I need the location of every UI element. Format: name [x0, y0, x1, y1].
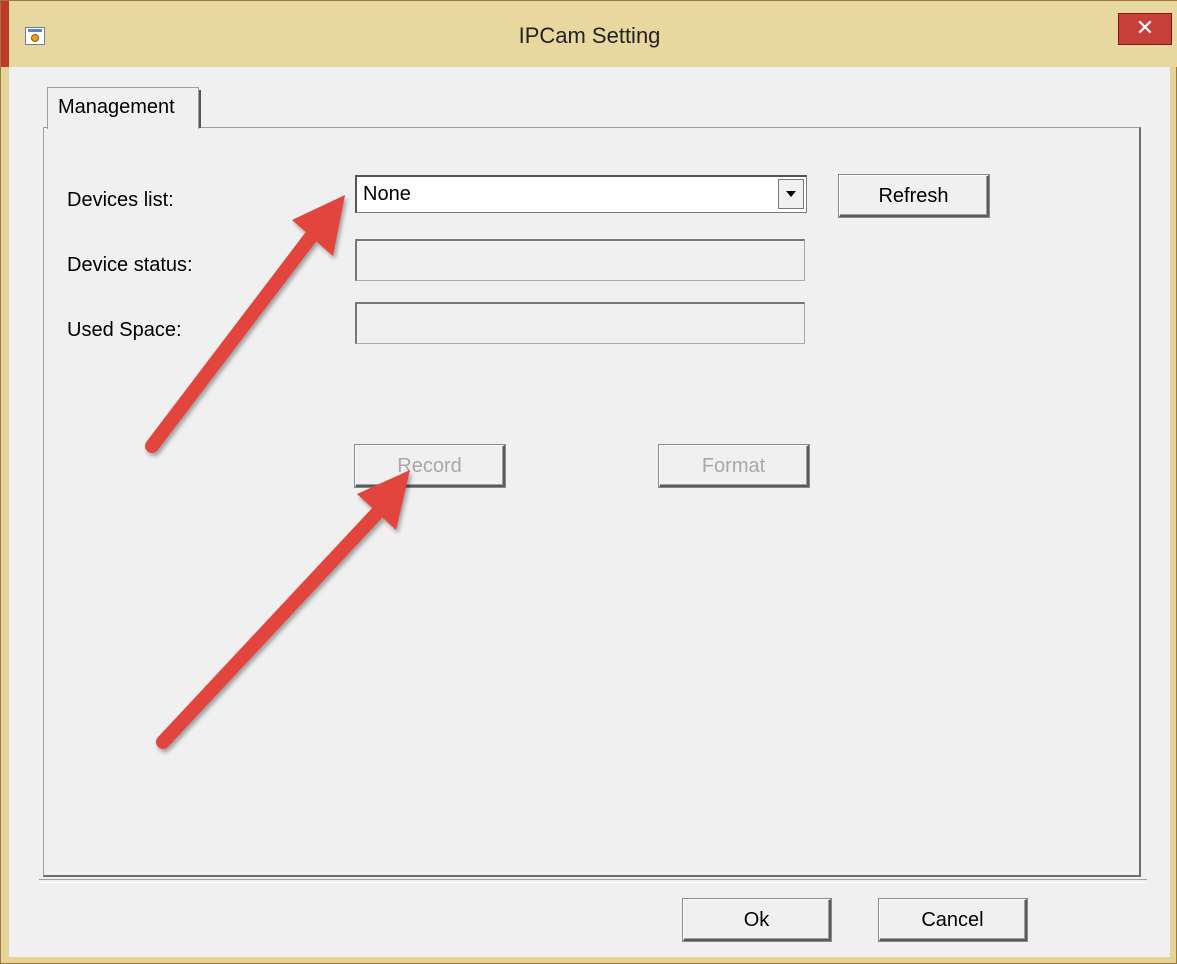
cancel-button[interactable]: Cancel: [879, 899, 1027, 941]
dropdown-button[interactable]: [778, 179, 804, 209]
devices-list-dropdown[interactable]: None: [355, 175, 807, 213]
used-space-field[interactable]: [355, 302, 805, 344]
ok-button[interactable]: Ok: [683, 899, 831, 941]
device-status-field[interactable]: [355, 239, 805, 281]
devices-list-value: None: [363, 183, 411, 205]
refresh-button[interactable]: Refresh: [839, 175, 989, 217]
tab-management[interactable]: Management: [47, 87, 201, 129]
window-title: IPCam Setting: [518, 23, 661, 48]
bottom-divider: [39, 879, 1147, 883]
title-bar[interactable]: IPCam Setting ✕: [1, 1, 1177, 67]
format-button[interactable]: Format: [659, 445, 809, 487]
record-button[interactable]: Record: [355, 445, 505, 487]
window: IPCam Setting ✕ Management Devices list:…: [0, 0, 1177, 964]
close-icon: ✕: [1135, 15, 1155, 40]
devices-list-label: Devices list:: [67, 189, 174, 211]
device-status-label: Device status:: [67, 254, 193, 276]
dialog-client-area: Management Devices list: None Refresh De…: [9, 67, 1170, 957]
close-button[interactable]: ✕: [1118, 13, 1172, 45]
chevron-down-icon: [786, 191, 796, 197]
used-space-label: Used Space:: [67, 319, 182, 341]
